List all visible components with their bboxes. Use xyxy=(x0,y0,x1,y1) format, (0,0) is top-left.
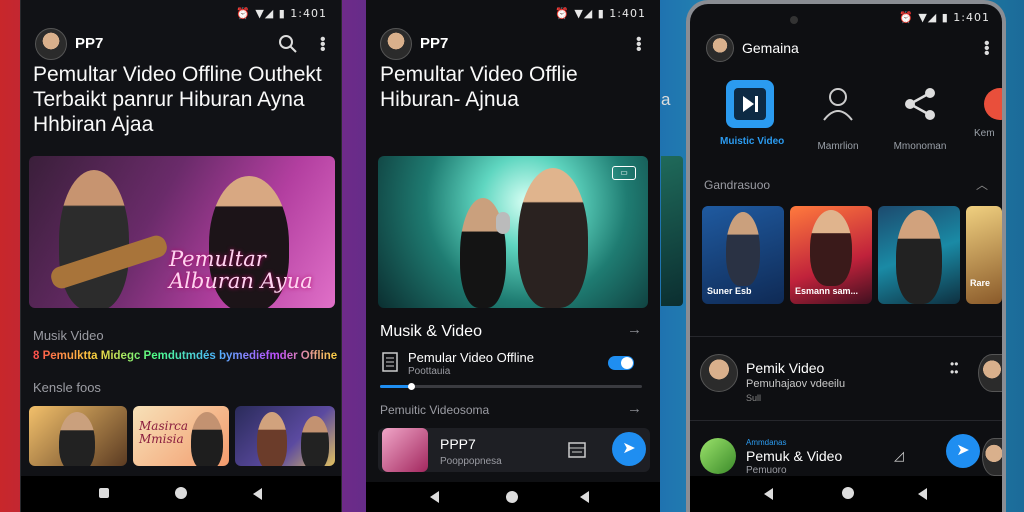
more-icon[interactable]: • • • xyxy=(636,32,642,58)
progress-bar[interactable] xyxy=(380,383,642,390)
avatar-3 xyxy=(982,438,1002,476)
back-icon[interactable] xyxy=(253,488,262,500)
section-label-2: Pemuitic Videosoma xyxy=(380,403,490,417)
category-share[interactable]: Mmonoman xyxy=(890,80,950,152)
back-icon-2[interactable] xyxy=(580,491,589,503)
status-bar: ⏰ ▼◢ ▮ 1:401 xyxy=(899,11,990,24)
video-card-1[interactable]: Suner Esb xyxy=(702,206,784,304)
video-card-4[interactable]: Rare xyxy=(966,206,1002,304)
app-bar: PP7 • • • xyxy=(366,26,660,60)
hero-overlay-text: Pemultar Alburan Ayua xyxy=(169,247,313,293)
app-name: PP7 xyxy=(420,35,449,52)
system-nav-bar xyxy=(21,476,341,512)
video-card-3[interactable] xyxy=(878,206,960,304)
section-label: Musik Video xyxy=(33,328,104,343)
send-fab-icon[interactable]: ➤ xyxy=(612,432,646,466)
feature-tagline: 8 Pemulktta Midegc Pemdutmdés bymediefmd… xyxy=(33,350,338,362)
video-thumbnail-3[interactable] xyxy=(235,406,335,466)
toggle-switch[interactable] xyxy=(608,356,634,370)
thumbnail xyxy=(700,438,736,474)
avatar[interactable] xyxy=(35,28,67,60)
list-item[interactable]: Pemik Video Pemuhajaov vdeeilu Sull •• •• xyxy=(690,350,1002,410)
mini-player-thumbnail xyxy=(382,428,428,472)
chevron-up-icon[interactable]: ︿ xyxy=(976,176,988,193)
singer-image xyxy=(518,168,588,308)
avatar xyxy=(700,354,738,392)
performer-image xyxy=(59,170,129,308)
camera-dot xyxy=(790,16,798,24)
mini-player-title: PPP7 xyxy=(440,436,476,452)
system-nav-bar xyxy=(690,476,1002,512)
hero-video-thumbnail[interactable]: Pemultar Alburan Ayua xyxy=(29,156,335,308)
app-bar: PP7 • • • xyxy=(21,26,341,60)
search-icon[interactable] xyxy=(278,34,298,54)
page-title: Pemultar Video Offline Outhekt Terbaikt … xyxy=(33,63,322,136)
player-subtitle: Poottauia xyxy=(408,366,451,377)
video-card-2[interactable]: Esmann sam... xyxy=(790,206,872,304)
home-icon[interactable] xyxy=(506,491,518,503)
category-music-video[interactable]: Muistic Video xyxy=(720,80,784,147)
phone-1: ⏰ ▼◢ ▮ 1:401 PP7 • • • Pemultar Video Offl… xyxy=(20,0,342,512)
list-item-meta: Sull xyxy=(746,393,762,403)
avatar[interactable] xyxy=(706,34,734,62)
share-icon xyxy=(905,88,935,120)
divider xyxy=(690,420,1002,421)
list-item-subtitle: Pemuhajaov vdeeilu xyxy=(746,378,846,390)
back-icon[interactable] xyxy=(764,488,773,500)
divider xyxy=(690,336,1002,337)
status-bar: ⏰ ▼◢ ▮ 1:401 xyxy=(236,7,327,20)
category-more[interactable]: Kem xyxy=(970,80,1002,139)
list-item-tag: Ammdanas xyxy=(746,438,787,447)
page-title: Pemultar Video Offlie Hiburan- Ajnua xyxy=(380,63,578,111)
progress-knob[interactable] xyxy=(408,383,416,390)
video-thumbnail-2[interactable]: Masirca Mmisia xyxy=(133,406,229,466)
more-icon[interactable]: • • • xyxy=(984,36,990,62)
back-icon-2[interactable] xyxy=(918,488,927,500)
phone-3: ⏰ ▼◢ ▮ 1:401 Gemaina • • • Muistic Video M… xyxy=(686,0,1006,512)
arrow-right-icon[interactable]: → xyxy=(627,321,642,338)
arrow-right-icon[interactable]: → xyxy=(627,400,642,417)
avatar-2 xyxy=(978,354,1002,392)
cast-icon[interactable]: ▭ xyxy=(612,166,636,180)
phone-2: ⏰ ▼◢ ▮ 1:401 PP7 • • • Pemultar Video Offl… xyxy=(366,0,660,512)
hero-video-thumbnail[interactable]: ▭ xyxy=(378,156,648,308)
recents-icon[interactable] xyxy=(99,488,109,498)
send-fab-icon[interactable]: ➤ xyxy=(946,434,980,468)
list-item-title: Pemuk & Video xyxy=(746,448,843,464)
section-label-2: Kensle foos xyxy=(33,380,101,395)
edit-icon[interactable]: ◿ xyxy=(894,448,904,464)
app-name: PP7 xyxy=(75,35,104,52)
grid-dots-icon[interactable]: •• •• xyxy=(950,358,958,378)
back-icon[interactable] xyxy=(430,491,439,503)
list-item-subtitle: Pemuoro xyxy=(746,465,787,476)
mini-player-subtitle: Pooppopnesa xyxy=(440,456,502,467)
system-nav-bar xyxy=(366,482,660,512)
list-item[interactable]: Ammdanas Pemuk & Video Pemuoro ◿ ➤ xyxy=(690,432,1002,476)
category-profile[interactable]: Mamrlion xyxy=(808,80,868,152)
section-label: Gandrasuoo xyxy=(704,178,771,192)
file-icon xyxy=(382,352,398,372)
microphone-image xyxy=(496,212,510,234)
player-title: Pemular Video Offline xyxy=(408,350,534,365)
avatar[interactable] xyxy=(380,28,412,60)
list-item-title: Pemik Video xyxy=(746,360,825,376)
status-bar: ⏰ ▼◢ ▮ 1:401 xyxy=(555,7,646,20)
person-icon xyxy=(823,88,853,121)
queue-icon[interactable] xyxy=(568,442,586,458)
bg-fragment-text: a xyxy=(661,90,671,109)
more-icon[interactable]: • • • xyxy=(320,32,326,58)
skip-next-icon xyxy=(726,80,774,128)
bg-fragment-thumbnail xyxy=(661,156,683,306)
app-name: Gemaina xyxy=(742,40,799,56)
progress-fill xyxy=(380,385,412,388)
mini-player[interactable]: PPP7 Pooppopnesa ➤ xyxy=(378,428,650,472)
home-icon[interactable] xyxy=(175,487,187,499)
home-icon[interactable] xyxy=(842,487,854,499)
video-thumbnail-1[interactable] xyxy=(29,406,127,466)
section-title: Musik & Video xyxy=(380,323,482,340)
circle-icon xyxy=(984,88,1002,120)
app-bar: Gemaina • • • xyxy=(690,34,1002,68)
